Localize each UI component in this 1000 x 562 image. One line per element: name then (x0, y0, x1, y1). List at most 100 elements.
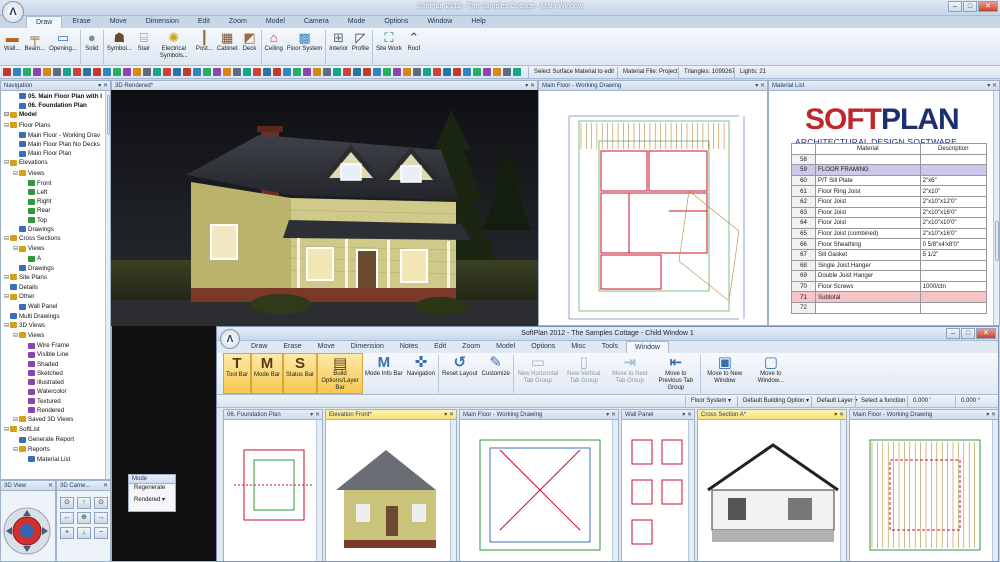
table-row[interactable]: 70 Floor Screws 1000/ctn (791, 280, 988, 293)
child-app-logo-icon[interactable]: Λ (220, 329, 240, 349)
site-work-button[interactable]: ⛶ Site Work (374, 28, 404, 65)
interior-button[interactable]: ⊞ Interior (327, 28, 350, 65)
expand-toggle-icon[interactable]: ⊟ (12, 245, 19, 254)
tool-icon[interactable] (303, 68, 311, 76)
tool-icon[interactable] (123, 68, 131, 76)
camera-binoculars-icon[interactable]: ⊙ (60, 497, 74, 509)
camera-zoom-icon[interactable]: ⊕ (77, 512, 91, 524)
child-ribbon-button[interactable]: T Tool Bar (223, 353, 252, 394)
material-scrollbar[interactable] (993, 91, 999, 325)
child-menu-model[interactable]: Model (488, 341, 523, 353)
tool-icon[interactable] (113, 68, 121, 76)
pane-close-icon[interactable]: ▾ ✕ (987, 81, 997, 90)
child-pane[interactable]: Cross Section A* ▾ ✕ (697, 409, 847, 561)
beam-button[interactable]: ╤ Beam... (22, 28, 47, 65)
tool-icon[interactable] (483, 68, 491, 76)
tool-icon[interactable] (403, 68, 411, 76)
camera-up-icon[interactable]: ↑ (77, 497, 91, 509)
tree-item[interactable]: ⊟ Elevations (1, 158, 110, 168)
expand-toggle-icon[interactable]: ⊟ (3, 122, 10, 131)
expand-toggle-icon[interactable]: ⊟ (12, 446, 19, 455)
expand-toggle-icon[interactable]: ⊟ (3, 426, 10, 435)
menu-model[interactable]: Model (257, 16, 294, 28)
close-button[interactable]: ✕ (978, 1, 998, 12)
tool-icon[interactable] (313, 68, 321, 76)
tree-item[interactable]: Textured (1, 397, 110, 406)
tree-item[interactable]: ⊟ Other (1, 292, 110, 302)
tree-item[interactable]: ⊟ Views (1, 244, 110, 254)
table-row[interactable]: 66 Floor Sheathing 0 5/8"x4'x8'0" (791, 238, 988, 250)
menu-window[interactable]: Window (418, 16, 461, 28)
pane-scrollbar[interactable] (316, 420, 322, 561)
tree-item[interactable]: Drawings (1, 264, 110, 273)
child-ribbon-button[interactable]: ▭ New Horizontal Tab Group (515, 353, 561, 394)
tree-item[interactable]: Multi Drawings (1, 312, 110, 321)
tree-item[interactable]: Sketched (1, 369, 110, 378)
tool-icon[interactable] (103, 68, 111, 76)
roof-button[interactable]: ⌃ Roof (404, 28, 424, 65)
tree-item[interactable]: ⊟ Reports (1, 445, 110, 455)
wall-button[interactable]: ▬ Wall... (2, 28, 22, 65)
material-list-pane[interactable]: Material List ▾ ✕ SOFTPLAN ARCHITECTURAL … (768, 80, 1000, 326)
tree-item[interactable]: Top (1, 216, 110, 225)
menu-dimension[interactable]: Dimension (137, 16, 188, 28)
tool-icon[interactable] (273, 68, 281, 76)
tree-item[interactable]: Drawings (1, 225, 110, 234)
tool-icon[interactable] (223, 68, 231, 76)
tree-item[interactable]: ⊟ Views (1, 331, 110, 341)
pane-close-icon[interactable]: ▾ ✕ (834, 410, 844, 419)
menu-options[interactable]: Options (375, 16, 417, 28)
menu-edit[interactable]: Edit (189, 16, 219, 28)
child-minimize-button[interactable]: – (946, 328, 960, 339)
pane-close-icon[interactable]: ▾ ✕ (682, 410, 692, 419)
table-row[interactable]: 72 (791, 301, 988, 314)
symbol-button[interactable]: ☗ Symbol... (105, 28, 134, 65)
panel-close-icon[interactable]: ✕ (103, 481, 108, 490)
tool-icon[interactable] (53, 68, 61, 76)
tool-icon[interactable] (413, 68, 421, 76)
menu-move[interactable]: Move (101, 16, 136, 28)
child-ribbon-button[interactable]: ✜ Navigation (405, 353, 437, 394)
tree-item[interactable]: A (1, 254, 110, 263)
expand-toggle-icon[interactable]: ⊟ (3, 235, 10, 244)
lightbulb-button[interactable]: ✺ Electrical Symbols... (154, 28, 194, 65)
tool-icon[interactable] (43, 68, 51, 76)
deck-button[interactable]: ◩ Deck (240, 28, 260, 65)
tool-icon[interactable] (253, 68, 261, 76)
tree-item[interactable]: ⊟ SoftList (1, 425, 110, 435)
menu-draw[interactable]: Draw (26, 16, 63, 28)
expand-toggle-icon[interactable]: ⊟ (3, 111, 10, 120)
child-ribbon-button[interactable]: ⇥ Move to Next Tab Group (607, 353, 653, 394)
tree-item[interactable]: Right (1, 197, 110, 206)
tree-item[interactable]: Rendered (1, 406, 110, 415)
camera-right-icon[interactable]: → (94, 512, 108, 524)
child-ribbon-button[interactable]: ▢ Move to Window... (748, 353, 794, 394)
camera-left-icon[interactable]: ← (60, 512, 74, 524)
tree-item[interactable]: ⊟ Saved 3D Views (1, 415, 110, 425)
table-row[interactable]: 59 FLOOR FRAMING (791, 164, 988, 176)
tree-item[interactable]: Material List (1, 455, 110, 464)
child-ribbon-button[interactable]: ✎ Customize (479, 353, 511, 394)
tool-icon[interactable] (23, 68, 31, 76)
child-pane[interactable]: Elevation Front* ▾ ✕ (325, 409, 457, 561)
tool-icon[interactable] (473, 68, 481, 76)
tree-item[interactable]: ⊟ Site Plans (1, 273, 110, 283)
pane-scrollbar[interactable] (612, 420, 618, 561)
regenerate-button[interactable]: Regenerate (129, 484, 175, 493)
pane-close-icon[interactable]: ▾ ✕ (606, 410, 616, 419)
tool-icon[interactable] (393, 68, 401, 76)
profile-button[interactable]: ◸ Profile (350, 28, 371, 65)
ceiling-button[interactable]: ⌂ Ceiling (263, 28, 285, 65)
pane-scrollbar[interactable] (840, 420, 846, 561)
child-pane[interactable]: Main Floor - Working Drawing ▾ ✕ (849, 409, 998, 561)
child-pane-tab[interactable]: Cross Section A* ▾ ✕ (698, 410, 846, 420)
table-row[interactable]: 61 Floor Ring Joist 2"x10" (791, 185, 988, 197)
tool-icon[interactable] (13, 68, 21, 76)
child-pane[interactable]: Main Floor - Working Drawing ▾ ✕ (459, 409, 619, 561)
tool-icon[interactable] (283, 68, 291, 76)
tree-item[interactable]: Front (1, 179, 110, 188)
child-menu-draw[interactable]: Draw (243, 341, 275, 353)
child-pane-tab[interactable]: Elevation Front* ▾ ✕ (326, 410, 456, 420)
tool-icon[interactable] (173, 68, 181, 76)
child-ribbon-button[interactable]: M Mode Bar (251, 353, 284, 394)
